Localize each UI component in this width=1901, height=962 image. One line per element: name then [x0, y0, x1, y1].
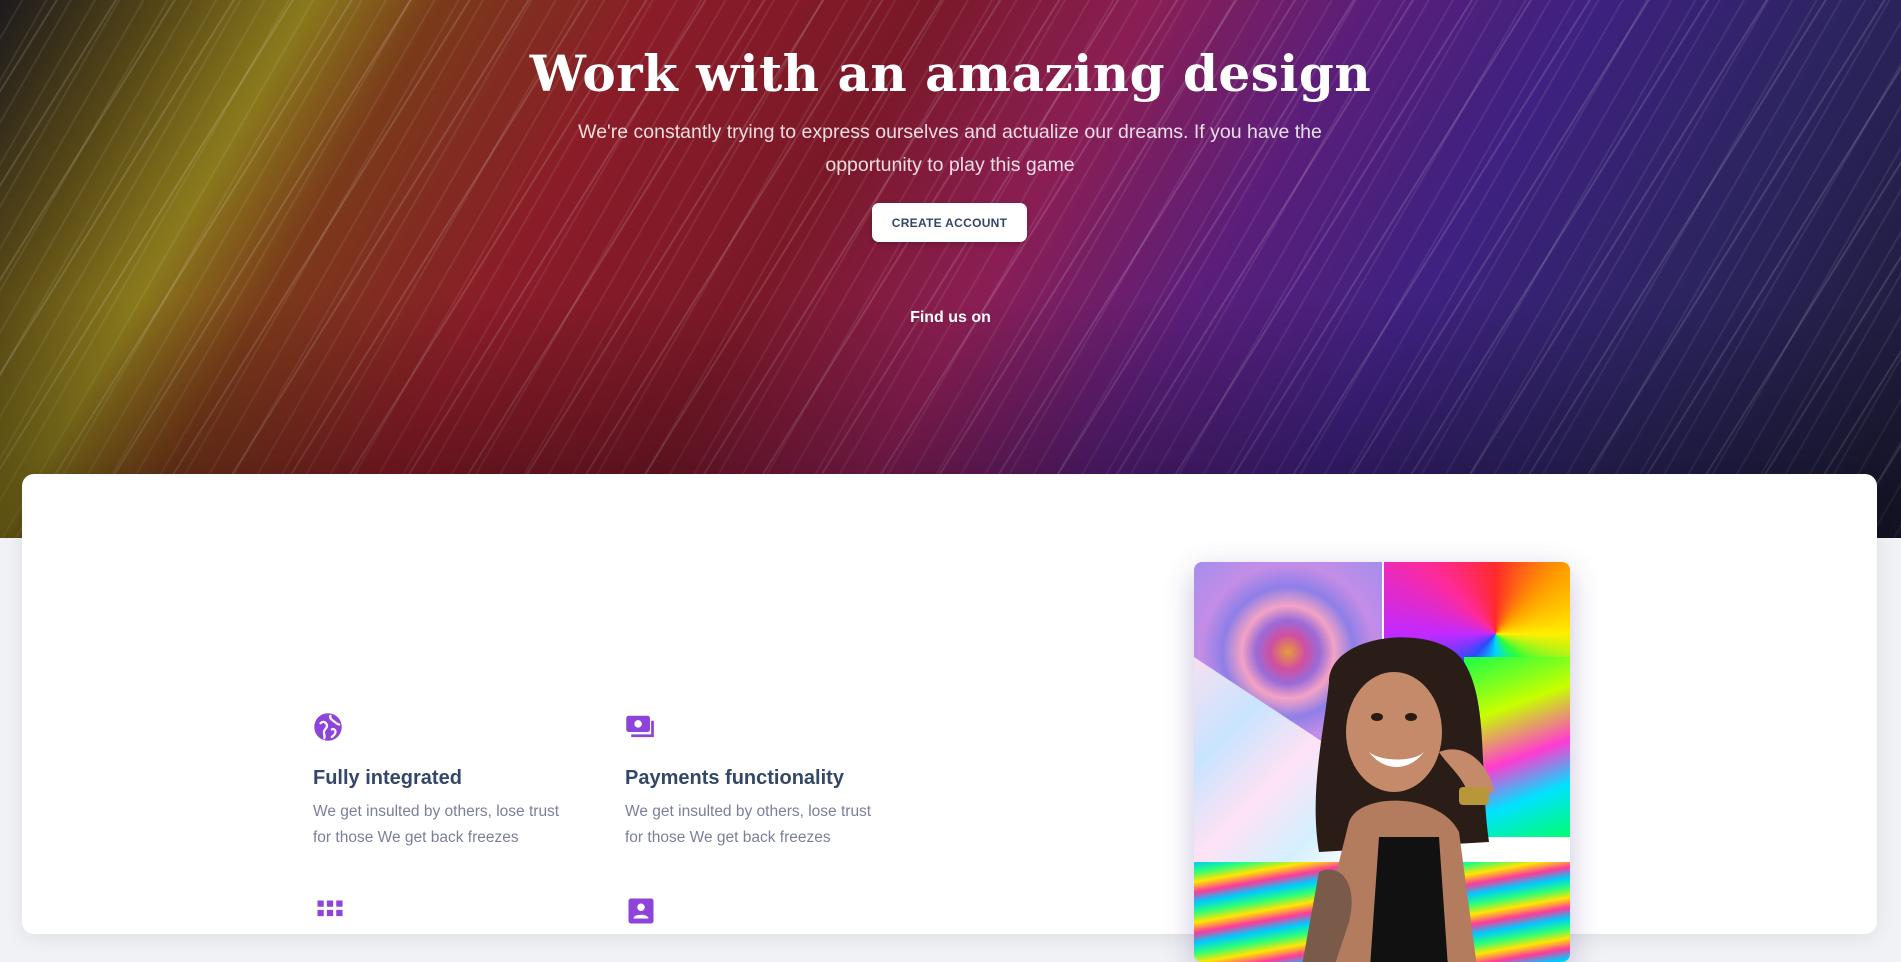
- person-photo: [1302, 637, 1494, 962]
- feature-apps: [315, 898, 345, 928]
- features-card: Fully integrated We get insulted by othe…: [22, 474, 1877, 934]
- feature-title: Fully integrated: [313, 767, 462, 789]
- feature-image: [1194, 562, 1570, 962]
- feature-description: We get insulted by others, lose trust fo…: [625, 803, 872, 846]
- globe-icon: [314, 713, 342, 741]
- apps-grid-icon: [317, 900, 343, 917]
- payments-icon: [626, 715, 654, 738]
- feature-contact: [626, 896, 656, 926]
- hero-subtitle: We're constantly trying to express ourse…: [578, 121, 1322, 176]
- hero-title: Work with an amazing design: [529, 44, 1372, 103]
- feature-title: Payments functionality: [625, 767, 844, 789]
- feature-description: We get insulted by others, lose trust fo…: [313, 803, 560, 846]
- feature-payments: Payments functionality We get insulted b…: [625, 712, 871, 846]
- create-account-button[interactable]: CREATE ACCOUNT: [872, 203, 1027, 242]
- hero-section: Work with an amazing design We're consta…: [0, 0, 1901, 538]
- find-us-label: Find us on: [910, 309, 991, 326]
- contact-card-icon: [628, 898, 654, 924]
- feature-fully-integrated: Fully integrated We get insulted by othe…: [313, 712, 559, 846]
